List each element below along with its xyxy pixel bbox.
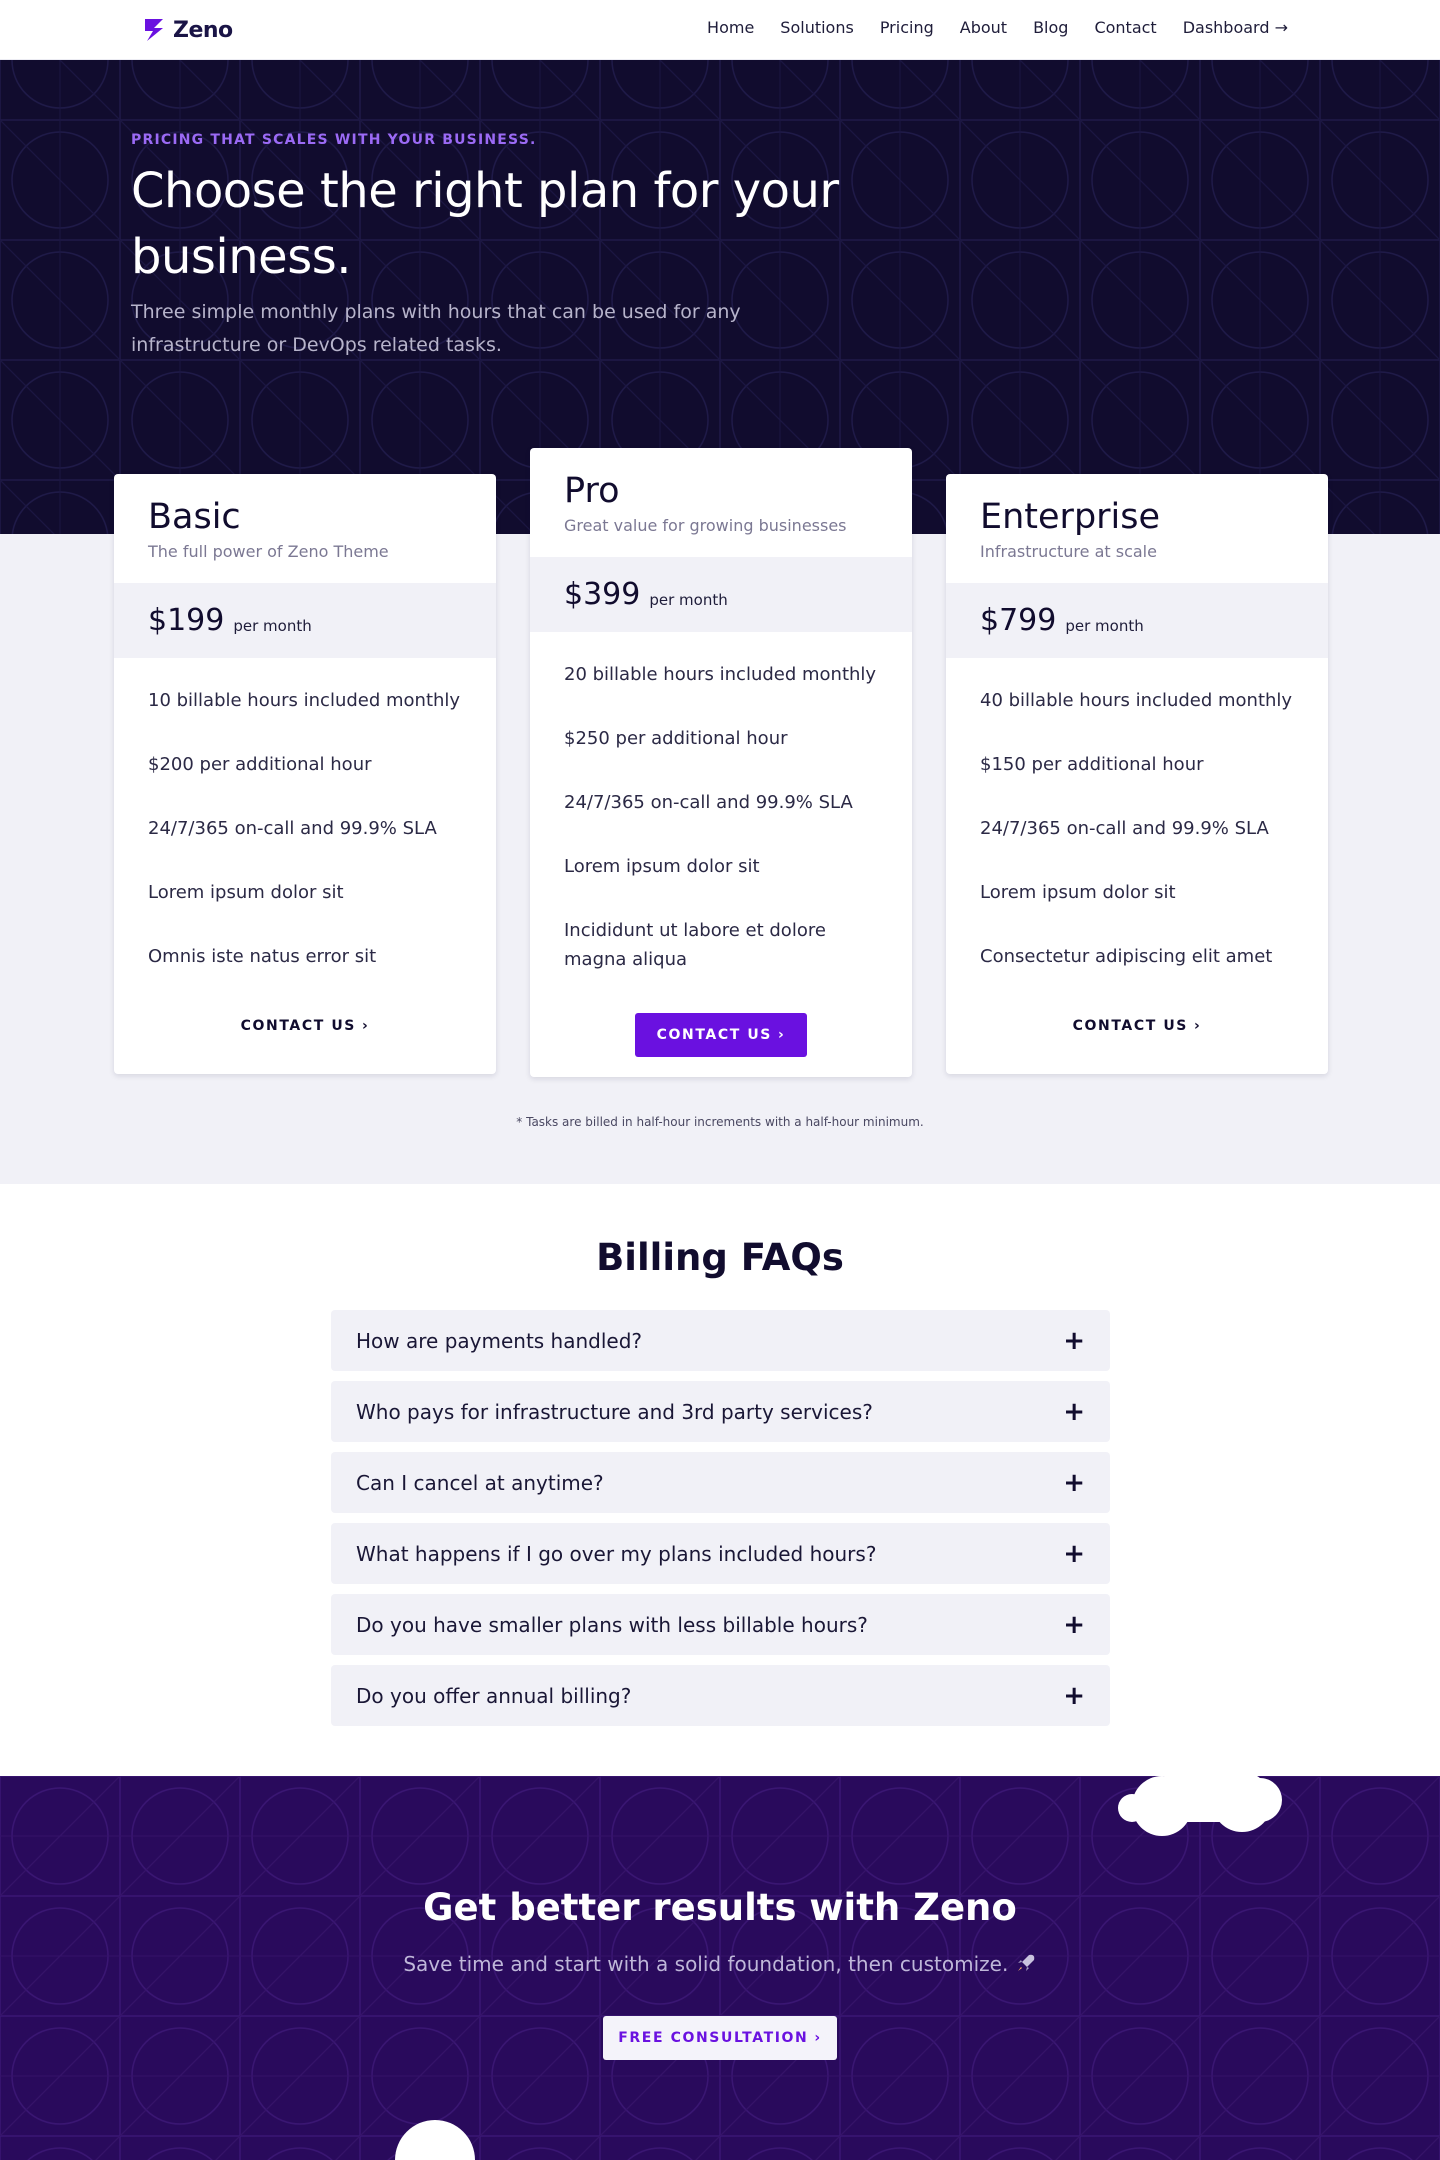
plan-name: Enterprise xyxy=(980,497,1161,537)
hero-subtitle: Three simple monthly plans with hours th… xyxy=(131,301,741,356)
plan-name: Basic xyxy=(148,497,241,537)
plus-icon[interactable]: + xyxy=(1063,1470,1085,1496)
nav-links: Home Solutions Pricing About Blog Contac… xyxy=(707,18,1288,37)
cta-subtitle-text: Save time and start with a solid foundat… xyxy=(403,1952,1009,1976)
contact-us-button-basic[interactable]: CONTACT US › xyxy=(241,1018,370,1034)
plus-icon[interactable]: + xyxy=(1063,1399,1085,1425)
brand-logo[interactable]: Zeno xyxy=(141,16,233,44)
plan-card-pro: Pro Great value for growing businesses $… xyxy=(530,448,912,1077)
cta-title: Get better results with Zeno xyxy=(423,1886,1017,1929)
plan-card-enterprise: Enterprise Infrastructure at scale $799 … xyxy=(946,474,1328,1074)
chevron-right-icon: › xyxy=(361,1018,370,1034)
plus-icon[interactable]: + xyxy=(1063,1683,1085,1709)
price-unit: per month xyxy=(1065,616,1144,635)
plus-icon[interactable]: + xyxy=(1063,1541,1085,1567)
price-band: $799 per month xyxy=(946,583,1328,658)
nav-pricing[interactable]: Pricing xyxy=(880,18,934,37)
nav-home[interactable]: Home xyxy=(707,18,754,37)
rocket-icon xyxy=(1017,1954,1034,1971)
feature-item: Incididunt ut labore et dolore magna ali… xyxy=(564,920,826,970)
contact-us-button-enterprise[interactable]: CONTACT US › xyxy=(1073,1018,1202,1034)
feature-item: 10 billable hours included monthly xyxy=(148,690,461,711)
feature-item: $250 per additional hour xyxy=(564,728,788,749)
faq-list: How are payments handled? + Who pays for… xyxy=(331,1310,1110,1736)
billing-footnote: * Tasks are billed in half-hour incremen… xyxy=(516,1115,924,1129)
faq-item[interactable]: Can I cancel at anytime? + xyxy=(331,1452,1110,1513)
feature-item: 24/7/365 on-call and 99.9% SLA xyxy=(564,792,853,813)
nav-contact[interactable]: Contact xyxy=(1094,18,1156,37)
faq-question: What happens if I go over my plans inclu… xyxy=(356,1541,877,1566)
faq-question: Do you have smaller plans with less bill… xyxy=(356,1612,868,1637)
feature-list: 10 billable hours included monthly $200 … xyxy=(114,658,496,988)
feature-item: $200 per additional hour xyxy=(148,754,372,775)
zeno-bolt-icon xyxy=(145,19,163,41)
brand-name: Zeno xyxy=(173,17,233,43)
cloud-decoration xyxy=(1118,1743,1282,1836)
price-unit: per month xyxy=(233,616,312,635)
button-label: CONTACT US xyxy=(656,1027,772,1043)
faq-item[interactable]: What happens if I go over my plans inclu… xyxy=(331,1523,1110,1584)
nav-dashboard[interactable]: Dashboard → xyxy=(1183,18,1288,37)
faq-question: Can I cancel at anytime? xyxy=(356,1470,604,1495)
button-label: CONTACT US xyxy=(1072,1018,1188,1034)
feature-item: Lorem ipsum dolor sit xyxy=(148,882,344,903)
faq-question: How are payments handled? xyxy=(356,1328,643,1353)
button-label: FREE CONSULTATION xyxy=(618,2030,809,2046)
faq-item[interactable]: Do you offer annual billing? + xyxy=(331,1665,1110,1726)
feature-item: 24/7/365 on-call and 99.9% SLA xyxy=(980,818,1269,839)
faq-question: Who pays for infrastructure and 3rd part… xyxy=(356,1399,873,1424)
nav-about[interactable]: About xyxy=(960,18,1007,37)
plan-card-basic: Basic The full power of Zeno Theme $199 … xyxy=(114,474,496,1074)
price-band: $399 per month xyxy=(530,557,912,632)
free-consultation-button[interactable]: FREE CONSULTATION › xyxy=(603,2016,837,2060)
chevron-right-icon: › xyxy=(814,2030,822,2046)
plan-name: Pro xyxy=(564,471,620,511)
feature-item: 20 billable hours included monthly xyxy=(564,664,877,685)
price-amount: $399 xyxy=(564,577,641,612)
faq-question: Do you offer annual billing? xyxy=(356,1683,632,1708)
chevron-right-icon: › xyxy=(777,1027,786,1043)
chevron-right-icon: › xyxy=(1193,1018,1202,1034)
top-nav: Zeno Home Solutions Pricing About Blog C… xyxy=(0,0,1440,60)
feature-item: Lorem ipsum dolor sit xyxy=(980,882,1176,903)
nav-dashboard-label: Dashboard xyxy=(1182,18,1270,37)
feature-item: $150 per additional hour xyxy=(980,754,1204,775)
feature-list: 40 billable hours included monthly $150 … xyxy=(946,658,1328,988)
cta-subtitle: Save time and start with a solid foundat… xyxy=(0,1952,1440,1976)
price-unit: per month xyxy=(649,590,728,609)
plus-icon[interactable]: + xyxy=(1063,1612,1085,1638)
faq-item[interactable]: Do you have smaller plans with less bill… xyxy=(331,1594,1110,1655)
hero-eyebrow: PRICING THAT SCALES WITH YOUR BUSINESS. xyxy=(131,132,537,148)
arrow-right-icon: → xyxy=(1274,18,1288,37)
plan-description: Infrastructure at scale xyxy=(980,542,1157,561)
hero-title: Choose the right plan for your business. xyxy=(131,163,839,285)
price-amount: $199 xyxy=(148,603,225,638)
price-band: $199 per month xyxy=(114,583,496,658)
feature-item: 40 billable hours included monthly xyxy=(980,690,1293,711)
faq-item[interactable]: Who pays for infrastructure and 3rd part… xyxy=(331,1381,1110,1442)
price-amount: $799 xyxy=(980,603,1057,638)
feature-item: 24/7/365 on-call and 99.9% SLA xyxy=(148,818,437,839)
nav-solutions[interactable]: Solutions xyxy=(780,18,854,37)
faq-title: Billing FAQs xyxy=(596,1236,844,1279)
plan-description: The full power of Zeno Theme xyxy=(148,542,389,561)
feature-item: Omnis iste natus error sit xyxy=(148,946,377,967)
feature-list: 20 billable hours included monthly $250 … xyxy=(530,632,912,991)
plus-icon[interactable]: + xyxy=(1063,1328,1085,1354)
feature-item: Consectetur adipiscing elit amet xyxy=(980,946,1273,967)
contact-us-button-pro[interactable]: CONTACT US › xyxy=(634,1013,808,1057)
plan-description: Great value for growing businesses xyxy=(564,516,847,535)
nav-blog[interactable]: Blog xyxy=(1033,18,1068,37)
button-label: CONTACT US xyxy=(240,1018,356,1034)
faq-item[interactable]: How are payments handled? + xyxy=(331,1310,1110,1371)
feature-item: Lorem ipsum dolor sit xyxy=(564,856,760,877)
